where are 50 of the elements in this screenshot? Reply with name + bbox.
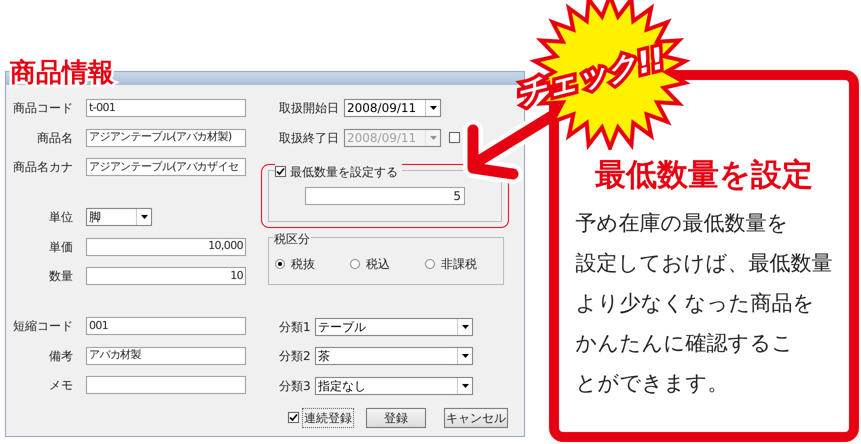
radio-label: 非課税 xyxy=(441,256,477,272)
checkbox-label: 連続登録 xyxy=(302,408,354,428)
field-label: 単価 xyxy=(48,238,73,256)
radio-label: 税抜 xyxy=(291,256,315,272)
callout-text: 予め在庫の最低数量を 設定しておけば、最低数量 より少なくなった商品を かんたんに確認するこ とができます。 xyxy=(576,210,832,397)
field-label: 分類3 xyxy=(279,378,312,394)
radio-button[interactable] xyxy=(350,258,360,268)
field-label: 商品コード xyxy=(12,100,73,117)
dropdown[interactable]: 脚 xyxy=(86,208,152,226)
text-field[interactable]: 001 xyxy=(86,317,246,335)
field-label: 分類2 xyxy=(279,348,312,365)
dropdown-arrow-icon xyxy=(430,106,436,110)
dropdown[interactable]: 2008/09/11 xyxy=(344,99,441,117)
text-field[interactable]: アバカ材製 xyxy=(86,346,246,364)
dropdown[interactable]: テーブル xyxy=(315,318,473,336)
dropdown[interactable]: 茶 xyxy=(315,347,473,365)
dropdown-arrow-icon xyxy=(462,324,468,328)
page-title: 商品情報 xyxy=(10,60,114,86)
radio-button[interactable] xyxy=(275,258,285,268)
dialog-button[interactable]: 登録 xyxy=(366,408,426,428)
field-label: 備考 xyxy=(48,348,73,364)
dialog-button[interactable]: キャンセル xyxy=(444,408,508,428)
text-field[interactable]: t-001 xyxy=(86,99,246,117)
text-field[interactable]: 5 xyxy=(305,186,465,204)
callout-heading: 最低数量を設定 xyxy=(595,160,813,191)
text-field[interactable]: アジアンテーブル(アバカ材製) xyxy=(86,128,246,146)
field-label: 商品名カナ xyxy=(12,159,73,176)
field-label: 短縮コード xyxy=(12,318,73,335)
field-label: 分類1 xyxy=(279,318,312,336)
radio-label: 税込 xyxy=(366,256,390,272)
field-label: 単位 xyxy=(48,209,73,226)
field-label: 数量 xyxy=(48,268,73,285)
checkbox[interactable] xyxy=(288,412,299,423)
field-label: 取扱終了日 xyxy=(279,130,340,146)
text-field[interactable]: アジアンテーブル(アバカザイセ xyxy=(86,158,246,176)
checkbox[interactable] xyxy=(275,166,286,177)
checkbox-label: 最低数量を設定する xyxy=(290,164,398,180)
dropdown-arrow-icon xyxy=(462,384,468,388)
dropdown-arrow-icon xyxy=(430,136,436,140)
text-field[interactable] xyxy=(86,376,246,394)
text-field[interactable]: 10 xyxy=(86,267,246,285)
text-field[interactable]: 10,000 xyxy=(86,238,246,256)
dropdown[interactable]: 指定なし xyxy=(315,376,473,394)
field-label: メモ xyxy=(48,377,73,394)
field-label: 取扱開始日 xyxy=(279,100,340,117)
checkbox[interactable] xyxy=(449,132,460,143)
field-label: 商品名 xyxy=(36,130,73,146)
dropdown-arrow-icon xyxy=(140,215,148,219)
dropdown-arrow-icon xyxy=(462,354,468,358)
radio-button[interactable] xyxy=(425,258,435,268)
